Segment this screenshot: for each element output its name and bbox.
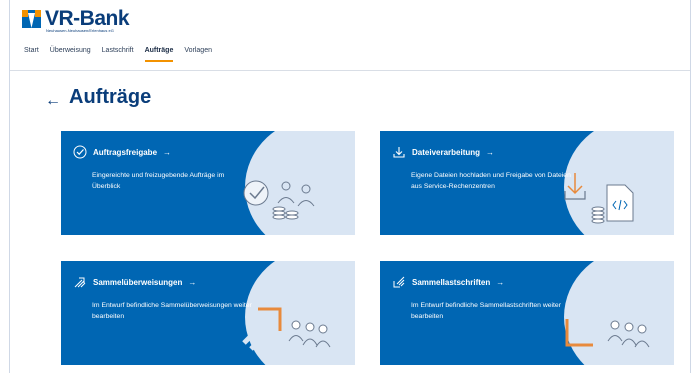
- nav-item-vorlagen[interactable]: Vorlagen: [184, 47, 212, 62]
- card-title: Sammelüberweisungen: [93, 277, 183, 287]
- card-title: Sammellastschriften: [412, 277, 491, 287]
- card-header: Sammellastschriften →: [392, 275, 504, 289]
- card-dateiverarbeitung[interactable]: Dateiverarbeitung → Eigene Dateien hochl…: [380, 131, 674, 235]
- card-description: Im Entwurf befindliche Sammellastschrift…: [411, 302, 561, 320]
- page-title: Aufträge: [69, 86, 152, 108]
- logo-square-left: [22, 10, 28, 17]
- card-title: Dateiverarbeitung: [412, 147, 481, 157]
- logo-v-shape: [28, 13, 35, 28]
- check-circle-icon: [73, 145, 87, 159]
- main-nav: Start Überweisung Lastschrift Aufträge V…: [24, 47, 212, 62]
- browser-frame: VR-Bank Neuhausen-Neuhausen/Erlenhaus eG…: [9, 0, 691, 373]
- card-sammelueberweisungen[interactable]: Sammelüberweisungen → Im Entwurf befindl…: [61, 261, 355, 365]
- nav-item-ueberweisung[interactable]: Überweisung: [50, 47, 91, 62]
- arrow-right-icon: →: [163, 147, 172, 157]
- card-description: Im Entwurf befindliche Sammelüberweisung…: [92, 302, 252, 320]
- card-auftragsfreigabe[interactable]: Auftragsfreigabe → Eingereichte und frei…: [61, 131, 355, 235]
- card-description: Eingereichte und freizugebende Aufträge …: [92, 172, 225, 190]
- nav-item-auftraege[interactable]: Aufträge: [144, 47, 174, 62]
- approval-people-illustration: [243, 180, 315, 220]
- file-upload-illustration: [564, 173, 634, 224]
- logo-square-right: [35, 10, 41, 17]
- arrow-right-icon: →: [496, 277, 505, 287]
- card-title: Auftragsfreigabe: [93, 147, 158, 157]
- back-arrow-icon[interactable]: ←: [45, 92, 61, 110]
- arrow-right-icon: →: [486, 147, 495, 157]
- multi-arrow-down-icon: [393, 276, 405, 288]
- download-tray-icon: [393, 147, 405, 158]
- arrow-right-icon: →: [188, 277, 197, 287]
- brand-subline: Neuhausen-Neuhausen/Erlenhaus eG: [46, 28, 114, 33]
- nav-item-lastschrift[interactable]: Lastschrift: [102, 47, 134, 62]
- card-description: Eigene Dateien hochladen und Freigabe vo…: [411, 172, 571, 190]
- app-header: VR-Bank Neuhausen-Neuhausen/Erlenhaus eG…: [10, 0, 690, 71]
- card-header: Sammelüberweisungen →: [73, 275, 196, 289]
- card-sammellastschriften[interactable]: Sammellastschriften → Im Entwurf befindl…: [380, 261, 674, 365]
- multi-arrow-up-icon: [74, 277, 86, 288]
- direct-debit-people-illustration: [565, 301, 650, 348]
- card-header: Auftragsfreigabe →: [73, 145, 171, 159]
- card-header: Dateiverarbeitung →: [392, 145, 494, 159]
- transfer-people-illustration: [242, 307, 331, 357]
- vr-bank-logo-mark: [22, 10, 41, 28]
- nav-item-start[interactable]: Start: [24, 47, 39, 62]
